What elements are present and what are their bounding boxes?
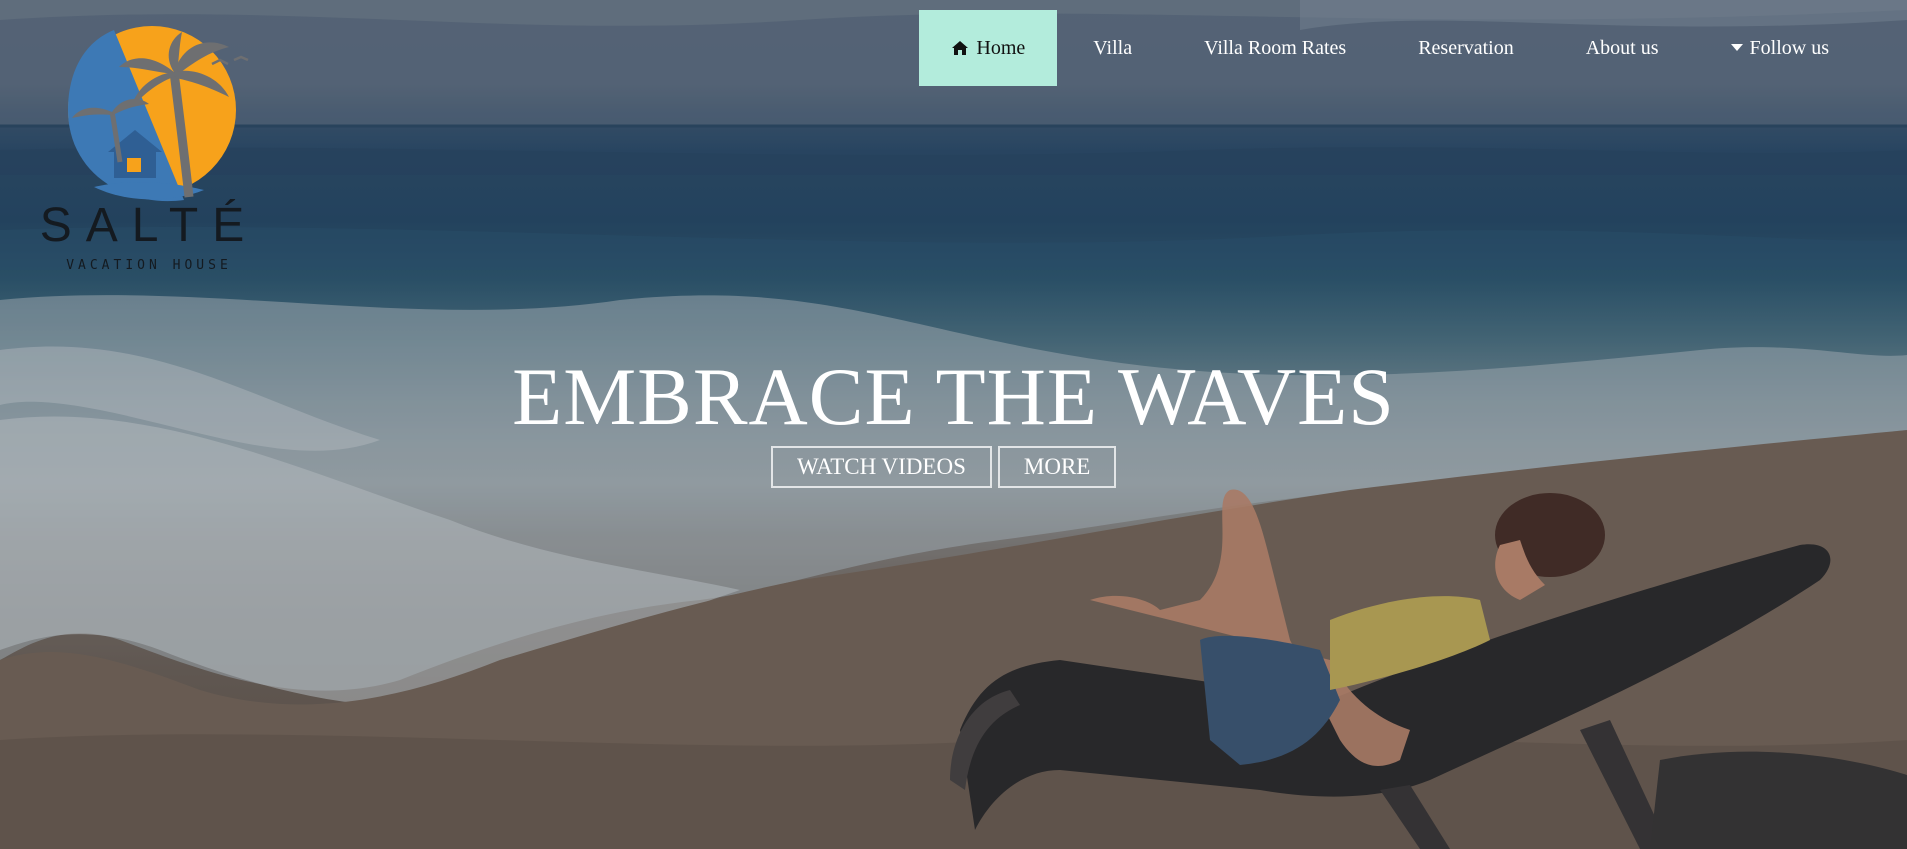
brand-name: SALTÉ <box>39 199 259 252</box>
nav-item-villa[interactable]: Villa <box>1057 10 1168 86</box>
hero-headline: EMBRACE THE WAVES <box>512 351 1395 442</box>
brand-tagline: VACATION HOUSE <box>66 258 232 273</box>
nav-item-label: Villa <box>1093 36 1133 59</box>
caret-down-icon <box>1730 44 1743 52</box>
main-navigation: Home Villa Villa Room Rates Reservation … <box>919 10 1865 86</box>
home-icon <box>951 40 969 56</box>
nav-item-about-us[interactable]: About us <box>1550 10 1695 86</box>
nav-item-follow-us[interactable]: Follow us <box>1695 10 1865 86</box>
nav-item-reservation[interactable]: Reservation <box>1382 10 1550 86</box>
brand-logo[interactable]: SALTÉ VACATION HOUSE <box>34 12 264 273</box>
more-button[interactable]: MORE <box>997 446 1117 488</box>
nav-item-label: Villa Room Rates <box>1204 36 1347 59</box>
nav-item-home[interactable]: Home <box>919 10 1058 86</box>
nav-item-label: Follow us <box>1749 36 1829 59</box>
sun-palm-icon <box>68 26 249 202</box>
nav-item-label: About us <box>1585 36 1659 59</box>
nav-item-label: Home <box>976 36 1026 59</box>
nav-item-villa-room-rates[interactable]: Villa Room Rates <box>1168 10 1382 86</box>
hero-button-group: WATCH VIDEOS MORE <box>771 446 1117 488</box>
watch-videos-button[interactable]: WATCH VIDEOS <box>771 446 992 488</box>
nav-item-label: Reservation <box>1418 36 1514 59</box>
